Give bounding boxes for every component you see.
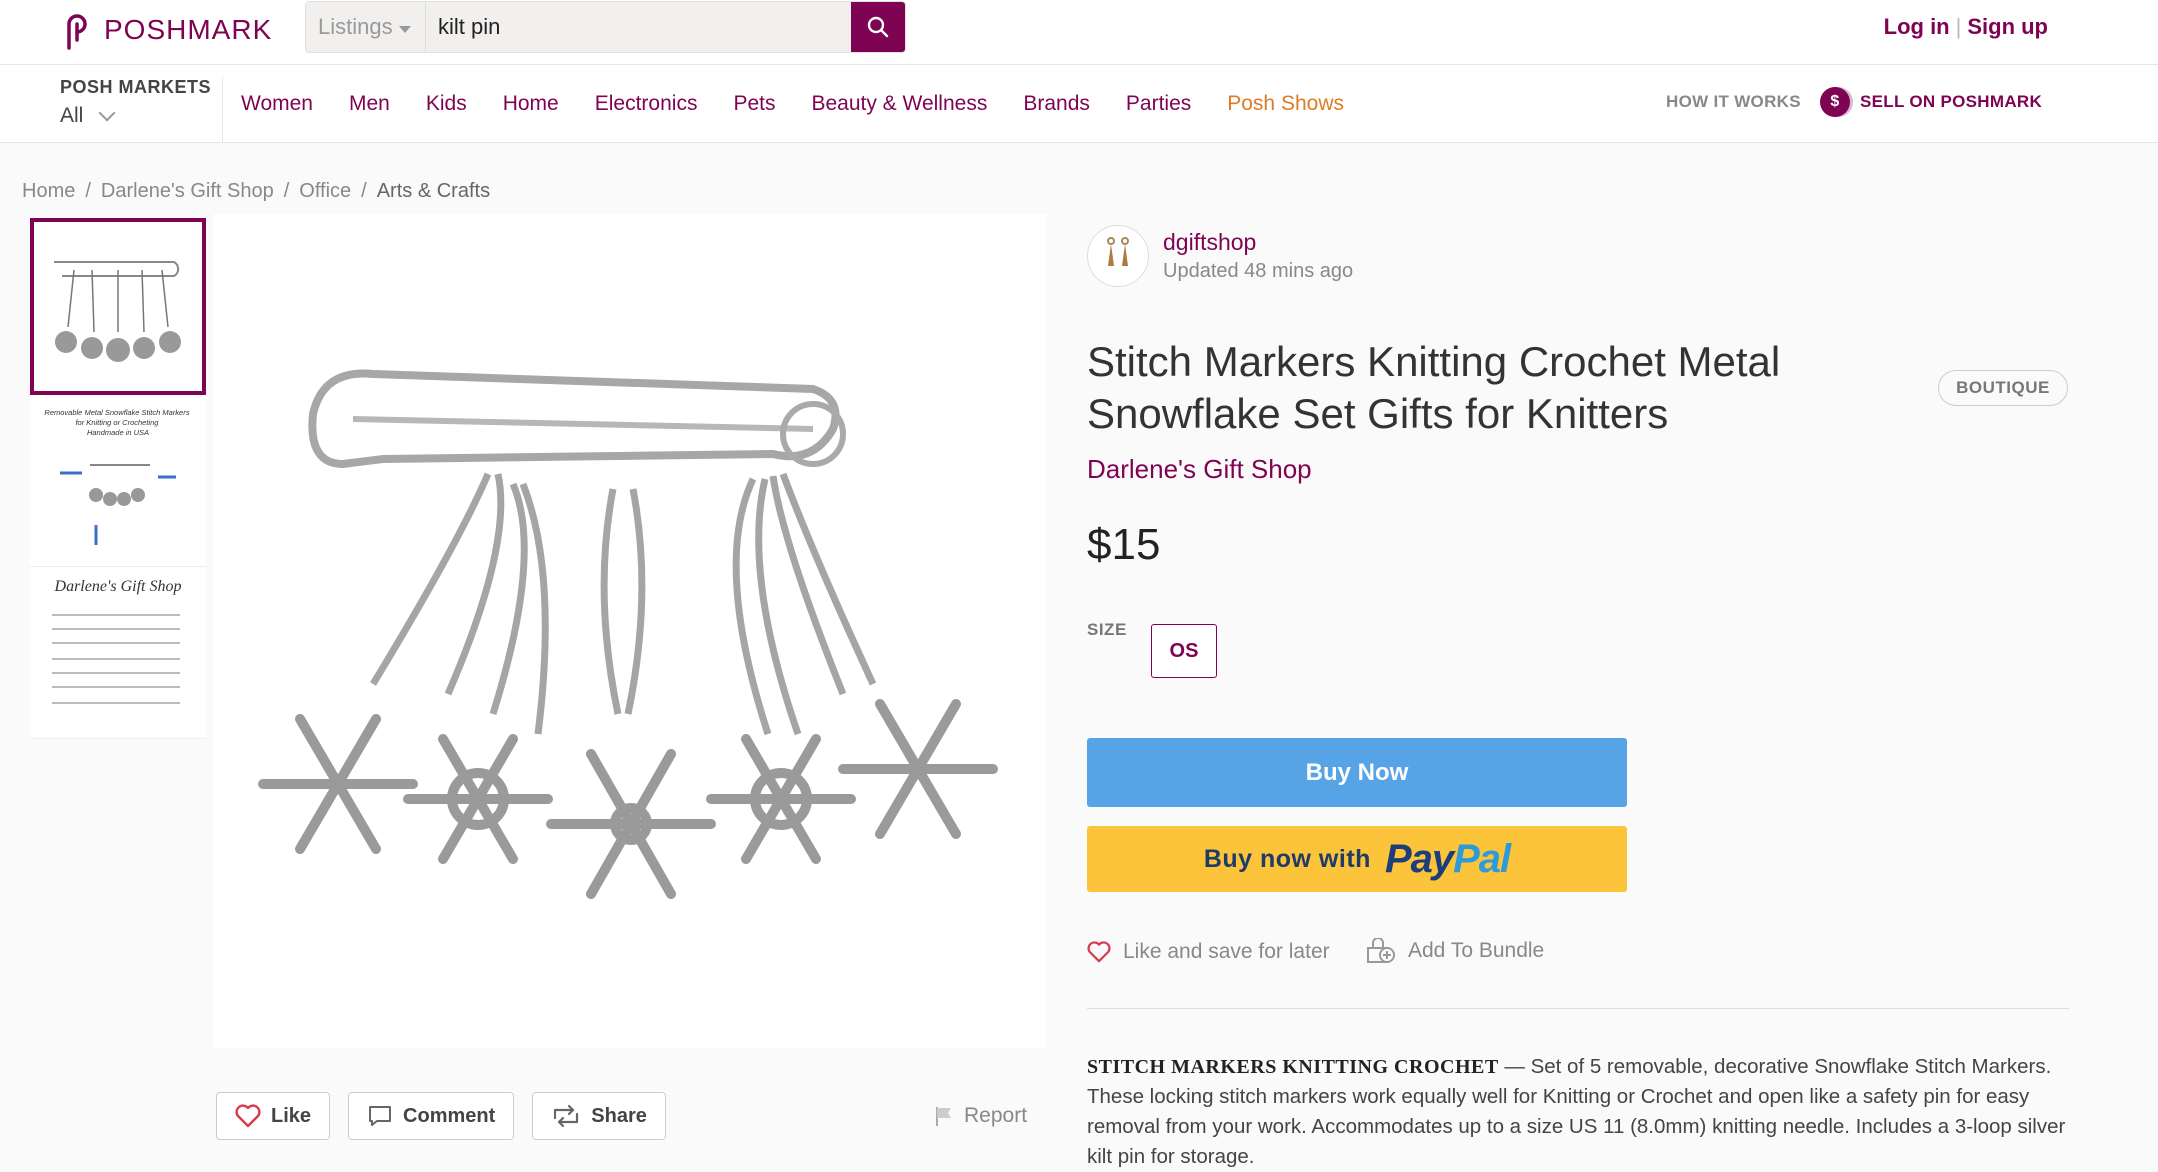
seller-updated: Updated 48 mins ago: [1163, 260, 1354, 282]
comment-label: Comment: [403, 1104, 496, 1127]
image-actions: Like Comment Share: [216, 1092, 666, 1140]
listing-description: STITCH MARKERS KNITTING CROCHET — Set of…: [1087, 1052, 2069, 1172]
thumbnail-3-image: Darlene's Gift Shop: [30, 567, 206, 738]
category-nav: POSH MARKETS All Women Men Kids Home Ele…: [0, 65, 2158, 143]
description-heading: STITCH MARKERS KNITTING CROCHET: [1087, 1056, 1499, 1078]
posh-markets-selector[interactable]: POSH MARKETS All: [60, 77, 223, 143]
seller-username[interactable]: dgiftshop: [1163, 229, 1353, 256]
comment-button[interactable]: Comment: [348, 1092, 515, 1140]
listing-title: Stitch Markers Knitting Crochet Metal Sn…: [1087, 338, 1781, 437]
seller-text: dgiftshop Updated 48 mins ago: [1163, 229, 1353, 283]
main-product-image[interactable]: [213, 214, 1046, 1048]
search-icon: [867, 16, 889, 38]
like-label: Like: [271, 1104, 312, 1127]
paypal-buy-button[interactable]: Buy now with PayPal: [1087, 826, 1627, 892]
share-icon: [554, 1104, 579, 1128]
like-button[interactable]: Like: [216, 1092, 331, 1140]
posh-markets-current: All: [60, 104, 84, 127]
bundle-add-icon: [1367, 938, 1395, 963]
thumbnail-3[interactable]: Darlene's Gift Shop: [30, 567, 206, 739]
report-label: Report: [964, 1104, 1028, 1127]
top-header: POSHMARK Listings Log in|Sign up: [0, 0, 2158, 65]
breadcrumb-separator: /: [85, 180, 91, 202]
thumbnail-1-image: [34, 222, 202, 391]
thumbnail-3-caption: Darlene's Gift Shop: [54, 578, 182, 595]
comment-icon: [369, 1106, 392, 1126]
seller-avatar-image: [1107, 237, 1129, 266]
boutique-badge: BOUTIQUE: [1938, 370, 2068, 406]
auth-separator: |: [1955, 14, 1962, 39]
signup-link[interactable]: Sign up: [1967, 14, 2048, 39]
nav-item-home[interactable]: Home: [503, 92, 559, 116]
poshmark-logo[interactable]: POSHMARK: [60, 10, 272, 50]
breadcrumb-arts-crafts[interactable]: Arts & Crafts: [377, 180, 490, 203]
search-scope-label: Listings: [318, 14, 393, 39]
heart-icon: [1087, 941, 1111, 963]
nav-item-women[interactable]: Women: [241, 92, 313, 116]
search-button[interactable]: [851, 2, 905, 52]
breadcrumb-home[interactable]: Home: [22, 180, 75, 203]
nav-item-electronics[interactable]: Electronics: [595, 92, 698, 116]
share-button[interactable]: Share: [532, 1092, 666, 1140]
chevron-down-icon: [98, 104, 116, 122]
paypal-logo: PayPal: [1384, 836, 1511, 882]
breadcrumb-separator: /: [283, 180, 290, 202]
auth-links: Log in | Sign up: [1884, 14, 2048, 40]
listing-brand[interactable]: Darlene's Gift Shop: [1087, 454, 1312, 485]
like-save-link[interactable]: Like and save for later: [1087, 940, 1330, 964]
thumbnail-2-image: Removable Metal Snowflake Stitch Markers…: [30, 395, 206, 566]
size-option-os[interactable]: OS: [1151, 624, 1217, 678]
how-it-works-link[interactable]: HOW IT WORKS: [1666, 92, 1801, 112]
search-bar: Listings: [305, 1, 906, 53]
search-scope-dropdown[interactable]: Listings: [306, 2, 426, 52]
thumbnail-1[interactable]: [30, 218, 206, 395]
seller-info: dgiftshop Updated 48 mins ago: [1087, 225, 1353, 287]
sell-label: SELL ON POSHMARK: [1860, 92, 2043, 111]
nav-item-pets[interactable]: Pets: [733, 92, 775, 116]
seller-avatar[interactable]: [1087, 225, 1149, 287]
posh-markets-value: All: [60, 104, 222, 128]
paypal-logo-pay: Pay: [1384, 836, 1454, 881]
size-label: SIZE: [1087, 620, 1127, 639]
sell-on-poshmark-link[interactable]: $ SELL ON POSHMARK: [1820, 87, 2042, 117]
buy-now-button[interactable]: Buy Now: [1087, 738, 1627, 807]
search-input[interactable]: [426, 2, 851, 52]
paypal-prefix: Buy now with: [1203, 844, 1371, 873]
section-divider: [1087, 1008, 2069, 1009]
paypal-logo-pal: Pal: [1453, 836, 1511, 881]
like-save-label: Like and save for later: [1123, 940, 1330, 963]
thumbnail-2[interactable]: Removable Metal Snowflake Stitch Markers…: [30, 395, 206, 567]
product-photo: [213, 214, 1046, 1048]
report-link[interactable]: Report: [934, 1104, 1027, 1128]
add-to-bundle-label: Add To Bundle: [1408, 939, 1545, 962]
posh-markets-title: POSH MARKETS: [60, 77, 212, 97]
flag-icon: [936, 1107, 951, 1126]
nav-item-brands[interactable]: Brands: [1023, 92, 1090, 116]
add-to-bundle-link[interactable]: Add To Bundle: [1366, 938, 1544, 964]
share-label: Share: [591, 1104, 647, 1127]
login-link[interactable]: Log in: [1884, 14, 1950, 39]
breadcrumb-office[interactable]: Office: [299, 180, 351, 203]
breadcrumb-separator: /: [361, 180, 367, 202]
dollar-coin-icon: $: [1820, 87, 1850, 117]
nav-item-kids[interactable]: Kids: [426, 92, 467, 116]
nav-item-posh-shows[interactable]: Posh Shows: [1227, 92, 1344, 116]
breadcrumb-shop[interactable]: Darlene's Gift Shop: [101, 180, 274, 203]
poshmark-logo-icon: [67, 14, 87, 50]
nav-item-beauty-wellness[interactable]: Beauty & Wellness: [811, 92, 987, 116]
logo-wordmark: POSHMARK: [104, 14, 273, 45]
nav-item-men[interactable]: Men: [349, 92, 390, 116]
nav-item-parties[interactable]: Parties: [1126, 92, 1191, 116]
caret-down-icon: [398, 25, 411, 33]
nav-items: Women Men Kids Home Electronics Pets Bea…: [241, 65, 1344, 143]
listing-price: $15: [1087, 520, 1161, 569]
breadcrumb: Home / Darlene's Gift Shop / Office / Ar…: [22, 180, 490, 203]
heart-icon: [235, 1104, 261, 1128]
thumbnail-strip: Removable Metal Snowflake Stitch Markers…: [30, 218, 206, 739]
